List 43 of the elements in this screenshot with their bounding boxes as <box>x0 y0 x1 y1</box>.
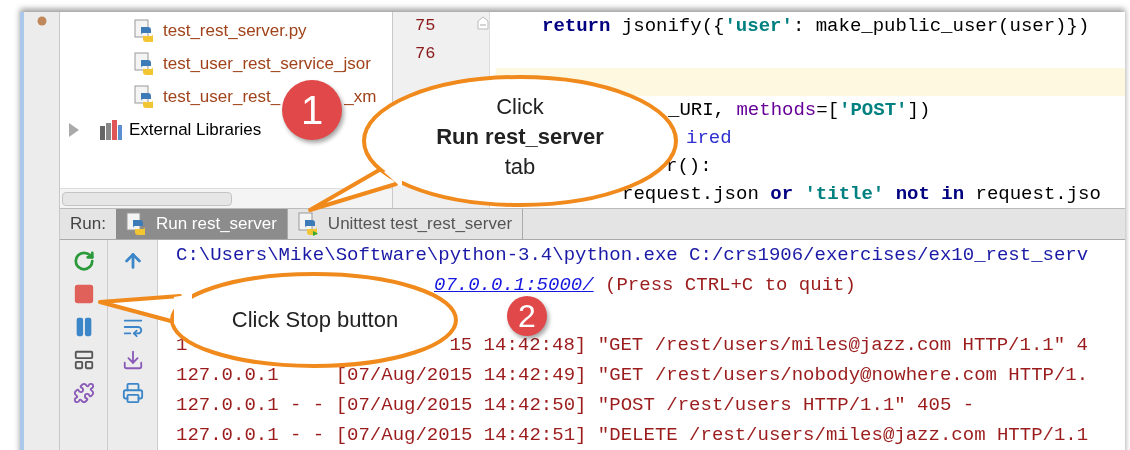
layout-icon[interactable] <box>72 349 95 371</box>
python-file-icon <box>125 212 148 236</box>
plugin-icon[interactable] <box>72 382 95 404</box>
line-number: 75 <box>415 15 436 38</box>
collapsed-arrow-icon[interactable] <box>68 122 80 137</box>
callout-text: Click Run rest_server tab <box>436 93 604 181</box>
line-number: 76 <box>415 43 436 66</box>
code-line: _URI, methods=['POST']) <box>668 97 931 123</box>
console-text: (Press CTRL+C to quit) <box>604 275 856 295</box>
python-file-icon <box>134 18 156 43</box>
print-icon[interactable] <box>121 382 144 404</box>
run-label: Run: <box>69 213 107 236</box>
python-test-icon <box>297 212 320 236</box>
console-text: 127.0.0.1 - - [07/Aug/2015 14:42:50] "POST /rest/users HTTP/1.1" 405 - <box>176 395 975 415</box>
file-name[interactable]: test_rest_server.py <box>163 17 307 44</box>
code-line: request.json or 'title' not in request.jso <box>622 181 1101 207</box>
console-link[interactable]: 07.0.0.1:5000/ <box>434 275 594 295</box>
run-tab[interactable]: Run rest_server <box>115 209 288 239</box>
console-text: 15 14:42:48] "GET /rest/users/miles@jazz.com HTTP/1.1" 4 <box>449 335 1088 355</box>
console-text: 127.0.0.1 <box>176 365 279 385</box>
step-badge: 1 <box>282 80 342 140</box>
horizontal-scrollbar[interactable] <box>62 191 232 206</box>
code-line: ired <box>686 125 732 151</box>
fold-marker-icon[interactable] <box>477 16 489 30</box>
pin-icon[interactable] <box>36 14 47 26</box>
python-file-icon <box>134 51 156 76</box>
file-name[interactable]: test_user_rest_ <box>163 83 281 110</box>
rerun-icon[interactable] <box>72 250 95 272</box>
console-text: 1 <box>176 335 188 355</box>
callout-text: Click Stop button <box>231 306 399 334</box>
export-icon[interactable] <box>121 349 144 371</box>
console-text: [07/Aug/2015 14:42:49] "GET /rest/users/nobody@nowhere.com HTTP/1. <box>335 365 1089 385</box>
code-line: return jsonify({'user': make_public_user(user)}) <box>542 13 1090 39</box>
console-text: C:\Users\Mike\Software\python-3.4\python.exe C:/crs1906/exercises/ex10_rest_serv <box>176 245 1089 265</box>
step-badge: 2 <box>507 296 547 336</box>
stop-icon[interactable] <box>72 283 95 305</box>
file-name[interactable]: _xm <box>344 83 377 110</box>
file-name[interactable]: External Libraries <box>129 116 262 143</box>
python-file-icon <box>134 84 156 109</box>
file-name[interactable]: test_user_rest_service_jsor <box>163 50 371 77</box>
library-icon <box>100 119 122 140</box>
console-text: 127.0.0.1 - - [07/Aug/2015 14:42:51] "DELETE /rest/users/miles@jazz.com HTTP/1.1 <box>176 425 1089 445</box>
code-line: r(): <box>666 153 712 179</box>
